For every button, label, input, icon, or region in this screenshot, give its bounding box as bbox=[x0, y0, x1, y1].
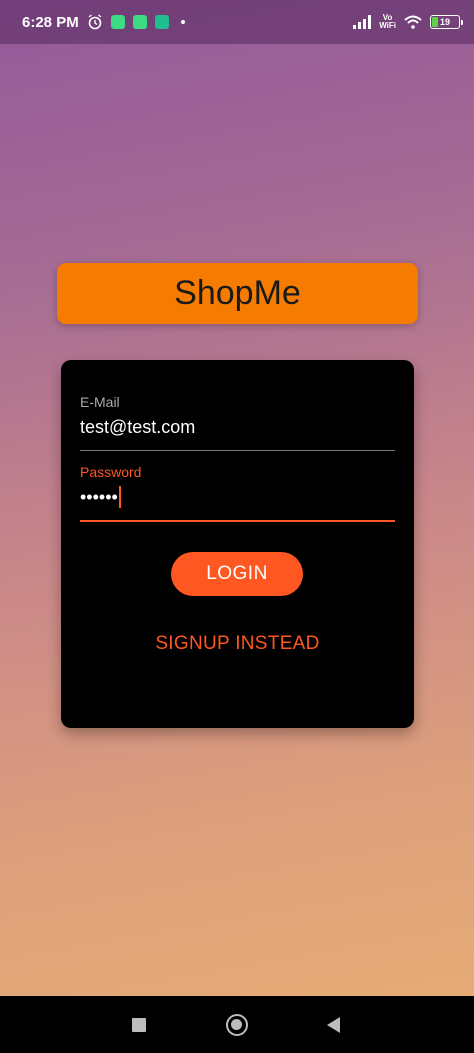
password-label: Password bbox=[80, 464, 142, 480]
recents-square-icon[interactable] bbox=[132, 1017, 146, 1032]
email-input[interactable]: test@test.com bbox=[80, 414, 395, 440]
login-card: E-Mail test@test.com Password •••••• LOG… bbox=[61, 360, 414, 728]
app-title-banner: ShopMe bbox=[57, 263, 418, 324]
shield-app-icon bbox=[154, 15, 169, 29]
system-nav-bar bbox=[0, 996, 474, 1053]
email-label: E-Mail bbox=[80, 394, 120, 410]
status-time: 6:28 PM bbox=[22, 13, 79, 31]
password-field[interactable]: Password •••••• bbox=[80, 464, 395, 522]
app-title: ShopMe bbox=[174, 274, 301, 312]
signal-icon bbox=[353, 15, 372, 29]
app-notification-icon bbox=[132, 15, 147, 29]
email-field[interactable]: E-Mail test@test.com bbox=[80, 394, 395, 451]
more-dot-icon bbox=[180, 20, 185, 24]
status-bar: 6:28 PM Vo WiFi 19 bbox=[0, 0, 474, 44]
password-input[interactable]: •••••• bbox=[80, 484, 395, 510]
login-button[interactable]: LOGIN bbox=[171, 552, 303, 596]
text-cursor bbox=[118, 486, 121, 508]
battery-icon: 19 bbox=[430, 15, 463, 29]
password-masked-value: •••••• bbox=[80, 486, 118, 507]
wifi-icon bbox=[404, 15, 422, 29]
vowifi-indicator: Vo WiFi bbox=[379, 13, 396, 30]
back-triangle-icon[interactable] bbox=[327, 1016, 340, 1033]
signup-instead-button[interactable]: SIGNUP INSTEAD bbox=[61, 633, 414, 655]
app-notification-icon bbox=[110, 15, 125, 29]
home-circle-icon[interactable] bbox=[226, 1013, 248, 1036]
alarm-icon bbox=[88, 14, 102, 30]
